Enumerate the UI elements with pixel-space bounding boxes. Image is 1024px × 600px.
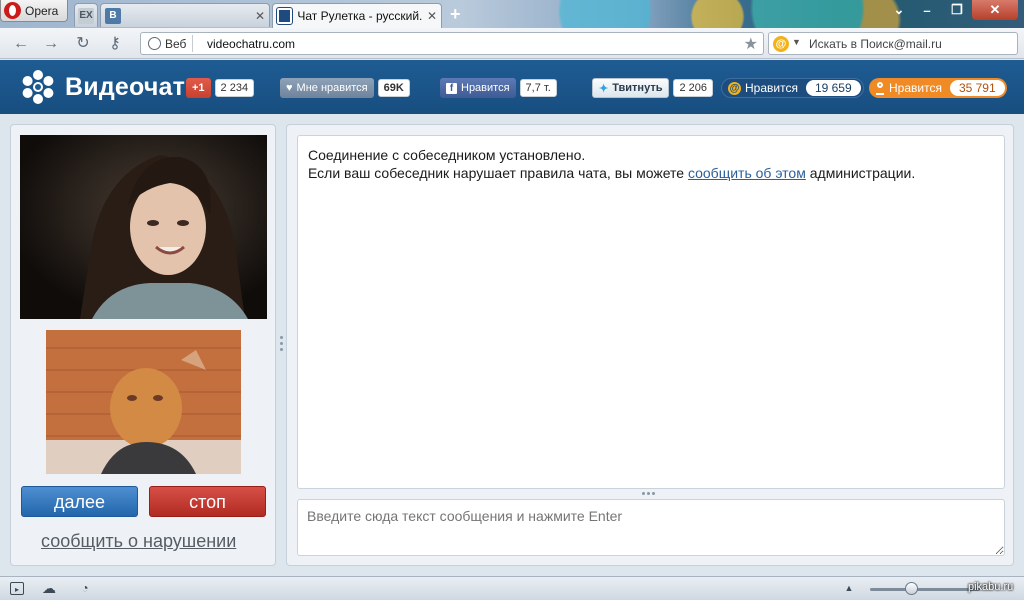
local-video <box>46 330 241 474</box>
gplus-button[interactable]: +1 <box>186 78 211 98</box>
facebook-widget[interactable]: f Нравится 7,7 т. <box>440 78 557 98</box>
mailru-count: 19 659 <box>805 80 861 96</box>
panel-resize-handle[interactable] <box>279 336 283 354</box>
tab-vk[interactable]: В ✕ <box>100 3 270 27</box>
url-text[interactable]: videochatru.com <box>207 37 295 51</box>
close-window-icon[interactable]: ✕ <box>972 0 1018 20</box>
chevron-up-icon[interactable]: ▲ <box>842 582 856 595</box>
chat-system-message-connected: Соединение с собеседником установлено. <box>308 147 586 163</box>
chat-rules-text-start: Если ваш собеседник нарушает правила чат… <box>308 165 688 181</box>
mailru-search-engine-icon[interactable]: @ <box>773 36 789 52</box>
tab-videochat[interactable]: Чат Рулетка - русский... ✕ <box>272 3 442 28</box>
twitter-bird-icon: ✦ <box>599 82 609 95</box>
web-chip-label: Веб <box>165 36 187 51</box>
odnoklassniki-widget[interactable]: Нравится 35 791 <box>869 78 1007 98</box>
opera-logo-icon <box>4 2 21 19</box>
facebook-icon: f <box>446 82 457 94</box>
chat-rules-text-end: администрации. <box>805 165 916 181</box>
cloud-icon[interactable]: ☁ <box>42 581 56 595</box>
mailru-like-button[interactable]: @ Нравится 19 659 <box>721 78 864 98</box>
mailru-like-label: Нравится <box>745 81 798 95</box>
next-button[interactable]: далее <box>21 486 138 517</box>
facebook-like-button[interactable]: f Нравится <box>440 78 516 98</box>
tab-list-icon[interactable]: ⌄ <box>884 0 914 20</box>
odnoklassniki-like-button[interactable]: Нравится 35 791 <box>869 78 1007 98</box>
browser-tab-bar: Opera EX В ✕ Чат Рулетка - русский... ✕ … <box>0 0 1024 28</box>
address-bar[interactable]: Веб videochatru.com ★ <box>140 32 764 55</box>
stop-button[interactable]: стоп <box>149 486 266 517</box>
facebook-like-label: Нравится <box>461 82 510 94</box>
tab-close-icon[interactable]: ✕ <box>255 9 265 23</box>
navigation-bar: ← → ↻ ⚷ Веб videochatru.com ★ @ ▼ Искать… <box>0 28 1024 59</box>
back-arrow-icon[interactable]: ← <box>12 35 30 53</box>
web-chip[interactable]: Веб <box>144 35 194 52</box>
like-count: 69K <box>377 79 410 97</box>
remote-video <box>20 135 267 319</box>
facebook-count: 7,7 т. <box>519 79 557 97</box>
maximize-icon[interactable]: ❐ <box>942 0 972 20</box>
gplus-widget[interactable]: +1 2 234 <box>186 78 255 98</box>
chevron-down-icon[interactable]: ▼ <box>792 37 801 47</box>
odnoklassniki-count: 35 791 <box>949 80 1005 96</box>
new-tab-icon[interactable]: + <box>450 4 461 25</box>
chat-page: далее стоп сообщить о нарушении Соединен… <box>0 114 1024 576</box>
twitter-widget[interactable]: ✦ Твитнуть 2 206 <box>592 78 714 98</box>
minimize-icon[interactable]: – <box>912 0 942 20</box>
tweet-button[interactable]: ✦ Твитнуть <box>592 78 670 98</box>
tweet-label: Твитнуть <box>612 82 663 94</box>
opera-menu-button[interactable]: Opera <box>0 0 68 22</box>
mailru-widget[interactable]: @ Нравится 19 659 <box>721 78 864 98</box>
local-video-frame <box>46 330 241 474</box>
report-violation-link[interactable]: сообщить о нарушении <box>41 531 236 552</box>
site-header: Видеочат +1 2 234 ♥ Мне нравится 69K f Н… <box>0 60 1024 114</box>
heart-icon: ♥ <box>286 82 293 94</box>
search-placeholder[interactable]: Искать в Поиск@mail.ru <box>809 37 942 51</box>
message-input[interactable] <box>297 499 1005 556</box>
ex-favicon-icon: EX <box>78 7 94 24</box>
gplus-count: 2 234 <box>214 79 255 97</box>
like-button[interactable]: ♥ Мне нравится <box>280 78 374 98</box>
like-label: Мне нравится <box>296 82 368 94</box>
vk-favicon-icon: В <box>105 7 121 24</box>
odnoklassniki-like-label: Нравится <box>889 81 942 95</box>
report-admin-link[interactable]: сообщить об этом <box>688 165 806 181</box>
chat-system-message-rules: Если ваш собеседник нарушает правила чат… <box>308 164 994 182</box>
panel-toggle-icon[interactable]: ▸ <box>10 582 24 595</box>
odnoklassniki-icon <box>875 81 885 95</box>
bookmark-star-icon[interactable]: ★ <box>744 34 758 54</box>
tab-videochat-label: Чат Рулетка - русский... <box>297 9 422 23</box>
tab-bar-background-art <box>470 0 920 28</box>
videochat-favicon-icon <box>275 7 294 25</box>
watermark: pikabu.ru <box>968 581 1014 593</box>
browser-status-bar: ▸ ☁ ◔ ▲ pikabu.ru <box>0 576 1024 600</box>
chat-panel: Соединение с собеседником установлено. Е… <box>286 124 1014 566</box>
key-icon[interactable]: ⚷ <box>106 35 124 53</box>
remote-video-frame <box>20 135 267 319</box>
videochat-logo-icon <box>22 70 54 104</box>
zoom-slider-thumb[interactable] <box>905 582 918 595</box>
chat-resize-handle[interactable] <box>642 492 655 495</box>
chat-log: Соединение с собеседником установлено. Е… <box>297 135 1005 489</box>
video-panel: далее стоп сообщить о нарушении <box>10 124 276 566</box>
mailru-at-icon: @ <box>728 81 741 95</box>
zoom-slider-track[interactable] <box>870 588 980 591</box>
site-logo-text[interactable]: Видеочат <box>65 73 185 102</box>
reload-icon[interactable]: ↻ <box>74 35 92 53</box>
speed-dial-icon[interactable]: ◔ <box>78 582 92 595</box>
tab-ex[interactable]: EX <box>74 3 98 27</box>
like-widget[interactable]: ♥ Мне нравится 69K <box>280 78 410 98</box>
twitter-count: 2 206 <box>673 79 714 97</box>
forward-arrow-icon[interactable]: → <box>42 35 60 53</box>
tab-close-icon[interactable]: ✕ <box>427 9 437 23</box>
globe-icon <box>148 37 161 50</box>
opera-menu-label: Opera <box>25 3 59 18</box>
search-field[interactable]: @ ▼ Искать в Поиск@mail.ru <box>768 32 1018 55</box>
